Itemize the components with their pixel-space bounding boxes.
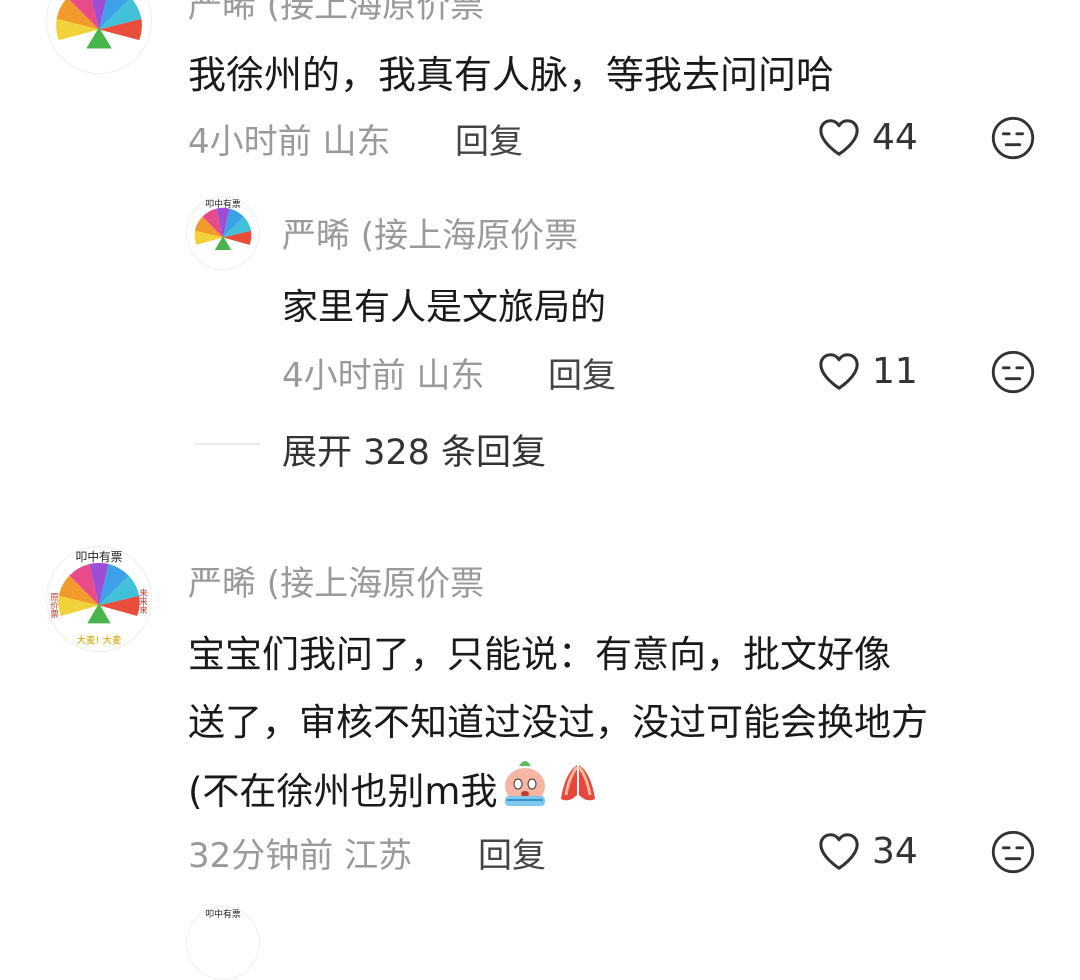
comment-time: 32分钟前	[188, 836, 334, 876]
avatar-text-left: 原价票	[49, 593, 59, 618]
avatar-text-top: 叩中有票	[76, 550, 123, 564]
like-button[interactable]: 44	[816, 114, 918, 160]
comment-text-line-3: (不在徐州也别m我	[188, 769, 498, 813]
like-count: 44	[872, 116, 918, 158]
avatar-text-top: 叩中有票	[205, 908, 241, 920]
comment-text: 我徐州的，我真有人脉，等我去问问哈	[188, 53, 835, 97]
comment-text-line: 宝宝们我问了，只能说：有意向，批文好像	[188, 633, 891, 676]
heart-outline-icon	[816, 350, 862, 392]
reply-button[interactable]: 回复	[478, 828, 546, 877]
reply-button[interactable]: 回复	[455, 114, 523, 163]
comment-location: 山东	[322, 122, 391, 162]
comment-time: 4小时前	[188, 122, 312, 162]
comment-meta: 4小时前 山东	[282, 348, 484, 397]
expand-divider	[194, 443, 260, 445]
avatar[interactable]: 叩中有票 原价票 来来来 大麦! 大麦	[46, 546, 152, 652]
crying-emoji	[499, 758, 551, 817]
like-button[interactable]: 11	[816, 348, 918, 394]
heart-outline-icon	[816, 830, 862, 872]
comment-location: 山东	[416, 356, 485, 396]
heart-outline-icon	[816, 116, 862, 158]
comment-location: 江苏	[344, 836, 413, 876]
comment-meta: 32分钟前 江苏	[188, 828, 412, 877]
comment-text-line: 送了，审核不知道过没过，没过可能会换地方	[188, 701, 928, 744]
comment-author[interactable]: 严晞 (接上海原价票	[188, 0, 484, 27]
avatar[interactable]: 叩中有票	[186, 906, 260, 980]
like-count: 34	[872, 830, 918, 872]
comment-author[interactable]: 严晞 (接上海原价票	[282, 208, 578, 257]
meh-face-icon[interactable]	[990, 115, 1036, 165]
comment-text: 家里有人是文旅局的	[282, 287, 607, 328]
comment-author[interactable]: 严晞 (接上海原价票	[188, 556, 484, 605]
avatar[interactable]	[46, 0, 152, 74]
like-button[interactable]: 34	[816, 828, 918, 874]
like-count: 11	[872, 350, 918, 392]
praying-hands-emoji	[553, 759, 603, 816]
avatar-text-right: 来来来	[139, 588, 149, 614]
expand-replies-button[interactable]: 展开 328 条回复	[282, 424, 546, 475]
avatar[interactable]: 叩中有票	[186, 196, 260, 270]
comment-text-line: (不在徐州也别m我	[188, 758, 603, 817]
avatar-text-bottom: 大麦! 大麦	[77, 635, 122, 647]
comment-time: 4小时前	[282, 356, 406, 396]
meh-face-icon[interactable]	[990, 829, 1036, 879]
reply-button[interactable]: 回复	[548, 348, 616, 397]
meh-face-icon[interactable]	[990, 349, 1036, 399]
comment-meta: 4小时前 山东	[188, 114, 390, 163]
